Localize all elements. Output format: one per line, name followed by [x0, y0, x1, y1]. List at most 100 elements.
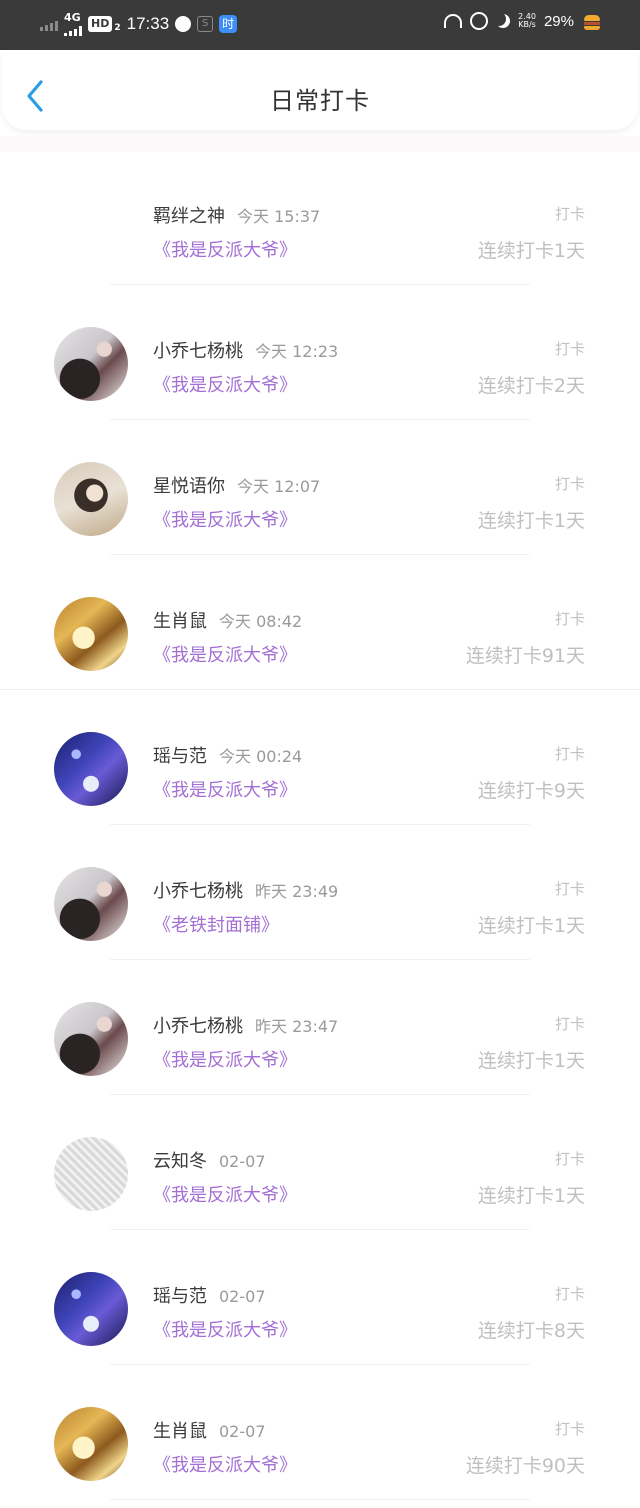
- list-item[interactable]: 小乔七杨桃 昨天 23:49 《老铁封面铺》 打卡连续打卡1天: [0, 825, 640, 960]
- checkin-time: 02-07: [219, 1287, 266, 1306]
- list-item[interactable]: 瑶与范 今天 00:24 《我是反派大爷》 打卡连续打卡9天: [0, 690, 640, 825]
- alarm-icon: [470, 12, 489, 30]
- battery-percent: 29%: [543, 12, 574, 30]
- app-badge: 时: [219, 15, 238, 33]
- user-name-text: 瑶与范: [153, 746, 207, 767]
- book-link[interactable]: 《我是反派大爷》: [153, 371, 297, 397]
- checkin-label: 打卡: [554, 610, 585, 628]
- user-name[interactable]: 瑶与范 今天 00:24: [153, 742, 302, 768]
- user-name[interactable]: 羁绊之神 今天 15:37: [153, 202, 320, 228]
- book-link[interactable]: 《老铁封面铺》: [153, 911, 279, 937]
- divider: [110, 1499, 530, 1500]
- checkin-time: 今天 12:23: [255, 342, 339, 361]
- burger-icon: [584, 15, 600, 31]
- user-name-text: 生肖鼠: [153, 611, 207, 632]
- user-name-text: 星悦语你: [153, 476, 225, 497]
- checkin-label: 打卡: [554, 745, 585, 763]
- book-link[interactable]: 《我是反派大爷》: [153, 776, 297, 802]
- user-name[interactable]: 瑶与范 02-07: [153, 1282, 266, 1308]
- checkin-label: 打卡: [554, 475, 585, 493]
- book-link[interactable]: 《我是反派大爷》: [153, 641, 297, 667]
- soul-app-icon: S: [197, 16, 214, 32]
- signal-icon-sim1: [40, 17, 58, 31]
- user-name-text: 小乔七杨桃: [153, 341, 243, 362]
- status-right: 2.40 KB/s 29%: [444, 12, 574, 30]
- net-speed: 2.40 KB/s: [518, 13, 536, 29]
- checkin-time: 今天 15:37: [237, 207, 321, 226]
- signal-icon-sim2: 4G: [64, 12, 82, 36]
- checkin-time: 今天 12:07: [237, 477, 321, 496]
- avatar[interactable]: [54, 1002, 128, 1076]
- hd-badge: HD: [88, 16, 113, 32]
- checkin-label: 打卡: [554, 880, 585, 898]
- status-left: 4G HD 2 17:33 S 时: [40, 12, 238, 36]
- checkin-time: 昨天 23:47: [255, 1017, 339, 1036]
- avatar[interactable]: [54, 732, 128, 806]
- book-link[interactable]: 《我是反派大爷》: [153, 506, 297, 532]
- user-name[interactable]: 生肖鼠 今天 08:42: [153, 607, 302, 633]
- checkin-label: 打卡: [554, 1015, 585, 1033]
- user-name[interactable]: 小乔七杨桃 今天 12:23: [153, 337, 338, 363]
- avatar[interactable]: [54, 867, 128, 941]
- streak-count: 连续打卡1天: [477, 240, 585, 262]
- user-name[interactable]: 小乔七杨桃 昨天 23:47: [153, 1012, 338, 1038]
- checkin-list: 羁绊之神 今天 15:37 《我是反派大爷》 打卡 连续打卡1天 小乔七杨桃 今天 12:2…: [0, 150, 640, 1500]
- user-name[interactable]: 星悦语你 今天 12:07: [153, 472, 320, 498]
- user-name[interactable]: 小乔七杨桃 昨天 23:49: [153, 877, 338, 903]
- avatar[interactable]: [54, 597, 128, 671]
- net-speed-unit: KB/s: [518, 20, 536, 29]
- avatar[interactable]: [54, 327, 128, 401]
- user-name-text: 生肖鼠: [153, 1421, 207, 1442]
- user-name-text: 小乔七杨桃: [153, 1016, 243, 1037]
- book-link[interactable]: 《我是反派大爷》: [153, 1046, 297, 1072]
- hd-sub: 2: [114, 23, 121, 33]
- list-item[interactable]: 小乔七杨桃 昨天 23:47 《我是反派大爷》 打卡连续打卡1天: [0, 960, 640, 1095]
- checkin-time: 02-07: [219, 1422, 266, 1441]
- checkin-time: 02-07: [219, 1152, 266, 1171]
- page-title: 日常打卡: [270, 87, 370, 115]
- flame-icon: [175, 16, 192, 32]
- book-link[interactable]: 《我是反派大爷》: [153, 1181, 297, 1207]
- user-name[interactable]: 云知冬 02-07: [153, 1147, 266, 1173]
- user-name-text: 小乔七杨桃: [153, 881, 243, 902]
- nav-bar: 日常打卡: [2, 50, 638, 130]
- book-link[interactable]: 《我是反派大爷》: [153, 1316, 297, 1342]
- avatar[interactable]: [54, 1272, 128, 1346]
- list-item[interactable]: 生肖鼠 02-07 《我是反派大爷》 打卡连续打卡90天: [0, 1365, 640, 1500]
- streak-count: 连续打卡91天: [465, 645, 585, 667]
- streak-count: 连续打卡1天: [477, 510, 585, 532]
- list-item[interactable]: 羁绊之神 今天 15:37 《我是反派大爷》 打卡连续打卡1天: [0, 150, 640, 285]
- streak-count: 连续打卡2天: [477, 375, 585, 397]
- list-item[interactable]: 瑶与范 02-07 《我是反派大爷》 打卡连续打卡8天: [0, 1230, 640, 1365]
- list-item[interactable]: 云知冬 02-07 《我是反派大爷》 打卡连续打卡1天: [0, 1095, 640, 1230]
- book-link[interactable]: 《我是反派大爷》: [153, 236, 297, 262]
- book-link[interactable]: 《我是反派大爷》: [153, 1451, 297, 1477]
- list-item[interactable]: 小乔七杨桃 今天 12:23 《我是反派大爷》 打卡连续打卡2天: [0, 285, 640, 420]
- checkin-time: 昨天 23:49: [255, 882, 339, 901]
- network-type: 4G: [64, 11, 81, 24]
- list-item[interactable]: 星悦语你 今天 12:07 《我是反派大爷》 打卡连续打卡1天: [0, 420, 640, 555]
- avatar[interactable]: [54, 1137, 128, 1211]
- streak-count: 连续打卡9天: [477, 780, 585, 802]
- checkin-label: 打卡: [554, 1150, 585, 1168]
- checkin-label: 打卡: [554, 1420, 585, 1438]
- checkin-time: 今天 00:24: [219, 747, 303, 766]
- list-item[interactable]: 生肖鼠 今天 08:42 《我是反派大爷》 打卡连续打卡91天: [0, 555, 640, 690]
- avatar[interactable]: [54, 462, 128, 536]
- headphone-icon: [444, 14, 463, 28]
- user-name-text: 瑶与范: [153, 1286, 207, 1307]
- streak-count: 连续打卡1天: [477, 1185, 585, 1207]
- status-bar: 4G HD 2 17:33 S 时 2.40 KB/s 29%: [0, 0, 640, 50]
- streak-count: 连续打卡1天: [477, 1050, 585, 1072]
- user-name-text: 云知冬: [153, 1151, 207, 1172]
- streak-count: 连续打卡1天: [477, 915, 585, 937]
- checkin-label: 打卡: [554, 340, 585, 358]
- user-name[interactable]: 生肖鼠 02-07: [153, 1417, 266, 1443]
- checkin-label: 打卡: [554, 205, 585, 223]
- avatar[interactable]: [54, 1407, 128, 1481]
- moon-icon: [496, 14, 510, 28]
- user-name-text: 羁绊之神: [153, 206, 225, 227]
- checkin-label: 打卡: [554, 1285, 585, 1303]
- streak-count: 连续打卡8天: [477, 1320, 585, 1342]
- streak-count: 连续打卡90天: [465, 1455, 585, 1477]
